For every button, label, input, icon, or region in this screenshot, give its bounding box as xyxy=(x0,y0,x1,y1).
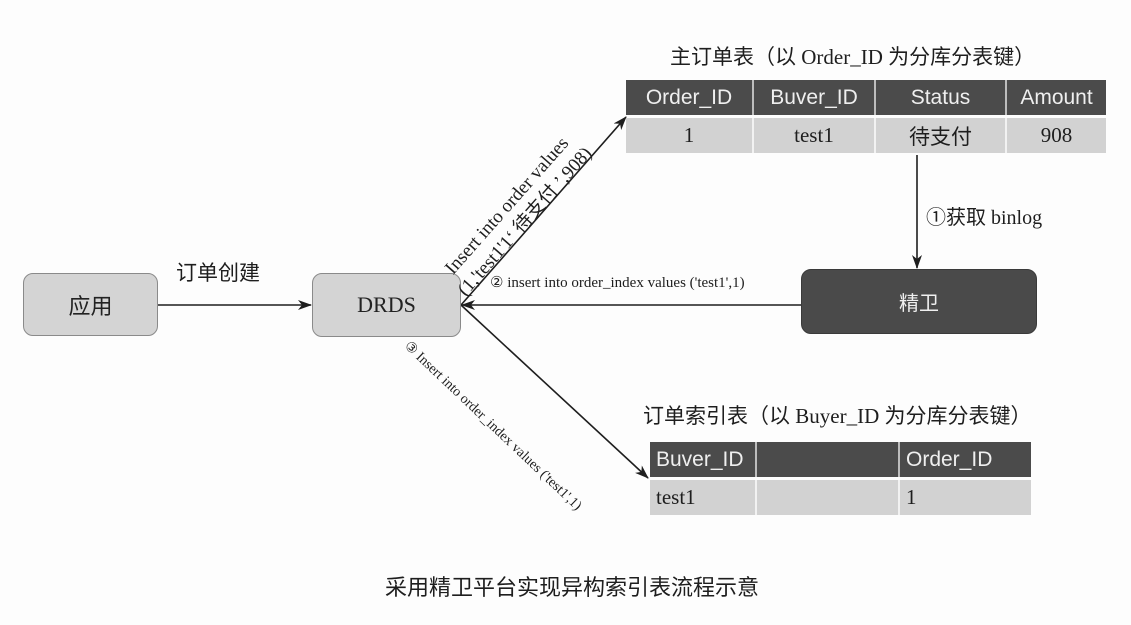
index-table-cell: 1 xyxy=(900,480,1031,515)
index-table-cell xyxy=(757,480,900,515)
get-binlog-label: ①获取 binlog xyxy=(926,207,1043,229)
index-table-cell: test1 xyxy=(650,480,757,515)
jingwei-node: 精卫 xyxy=(801,269,1037,334)
index-table-title: 订单索引表（以 Buyer_ID 为分库分表键） xyxy=(643,404,1032,428)
index-table-header xyxy=(757,442,900,477)
order-create-label: 订单创建 xyxy=(176,261,260,285)
drds-node-label: DRDS xyxy=(357,292,416,317)
index-table-header: Order_ID xyxy=(900,442,1031,477)
main-table-title: 主订单表（以 Order_ID 为分库分表键） xyxy=(670,45,1036,69)
main-table-cell: test1 xyxy=(754,118,876,153)
app-node: 应用 xyxy=(23,273,158,336)
jingwei-node-label: 精卫 xyxy=(899,291,939,315)
order-index-table: Buver_ID Order_ID test1 1 xyxy=(650,442,1031,515)
arrow-drds-to-index-table xyxy=(460,304,649,479)
drds-node: DRDS xyxy=(312,273,461,337)
figure-caption: 采用精卫平台实现异构索引表流程示意 xyxy=(385,575,760,600)
main-table-header: Order_ID xyxy=(626,80,754,115)
main-table-cell: 908 xyxy=(1007,118,1106,153)
main-table-cell: 待支付 xyxy=(876,118,1007,153)
main-table-cell: 1 xyxy=(626,118,754,153)
main-order-table: Order_ID Buver_ID Status Amount 1 test1 … xyxy=(626,80,1106,153)
main-table-header: Amount xyxy=(1007,80,1106,115)
insert-index-2-label: ② insert into order_index values ('test1… xyxy=(490,275,745,291)
index-table-header: Buver_ID xyxy=(650,442,757,477)
main-table-header: Status xyxy=(876,80,1007,115)
main-table-header: Buver_ID xyxy=(754,80,876,115)
app-node-label: 应用 xyxy=(68,293,113,319)
